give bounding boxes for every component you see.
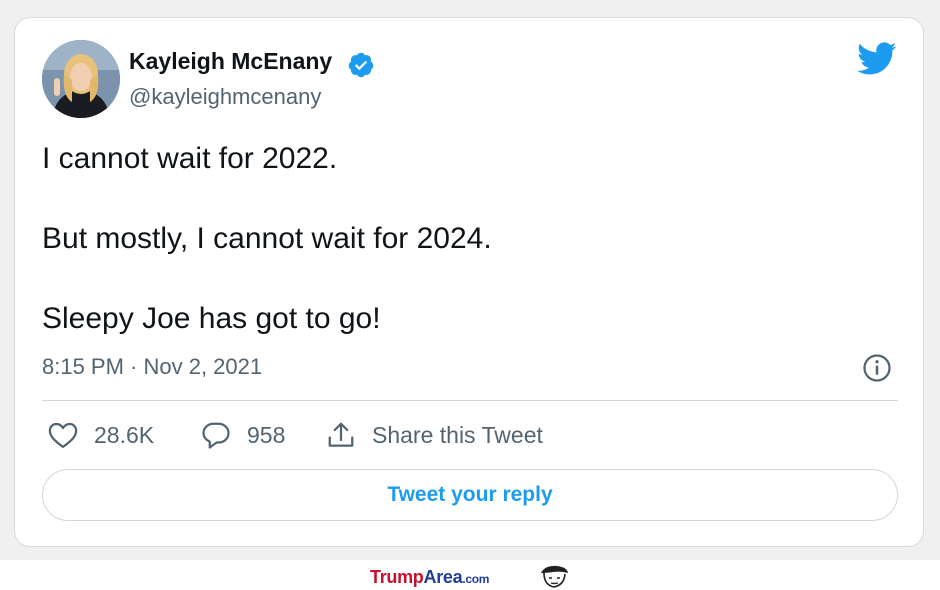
like-button[interactable]: 28.6K — [48, 418, 154, 452]
share-label: Share this Tweet — [372, 421, 543, 448]
tweet-card: Kayleigh McEnany @kayleighmcenany I cann… — [14, 17, 924, 547]
speech-bubble-icon — [202, 422, 230, 449]
watermark-part: Trump — [370, 567, 424, 587]
avatar[interactable] — [42, 40, 120, 118]
verified-badge-icon — [348, 52, 374, 78]
author-name[interactable]: Kayleigh McEnany — [129, 48, 332, 75]
tweet-text-line: Sleepy Joe has got to go! — [42, 302, 381, 335]
reply-count-button[interactable]: 958 — [201, 418, 285, 452]
heart-icon — [48, 422, 78, 448]
share-button[interactable]: Share this Tweet — [326, 418, 543, 452]
watermark-part: Area — [423, 567, 463, 587]
tweet-your-reply-button[interactable]: Tweet your reply — [42, 469, 898, 521]
watermark: TrumpArea.com — [370, 567, 489, 588]
reply-button-label: Tweet your reply — [387, 483, 553, 506]
tweet-text-line: I cannot wait for 2022. — [42, 142, 338, 175]
info-icon[interactable] — [862, 353, 892, 383]
author-handle[interactable]: @kayleighmcenany — [129, 84, 321, 110]
watermark-part: .com — [462, 572, 490, 586]
reply-count: 958 — [247, 421, 286, 448]
tweet-timestamp[interactable]: 8:15 PM · Nov 2, 2021 — [42, 354, 262, 380]
watermark-face-icon — [541, 565, 568, 588]
share-icon — [328, 422, 354, 447]
divider — [42, 400, 898, 401]
like-count: 28.6K — [94, 421, 155, 448]
avatar-photo — [42, 40, 120, 118]
tweet-text-line: But mostly, I cannot wait for 2024. — [42, 222, 492, 255]
twitter-bird-icon[interactable] — [857, 42, 897, 76]
